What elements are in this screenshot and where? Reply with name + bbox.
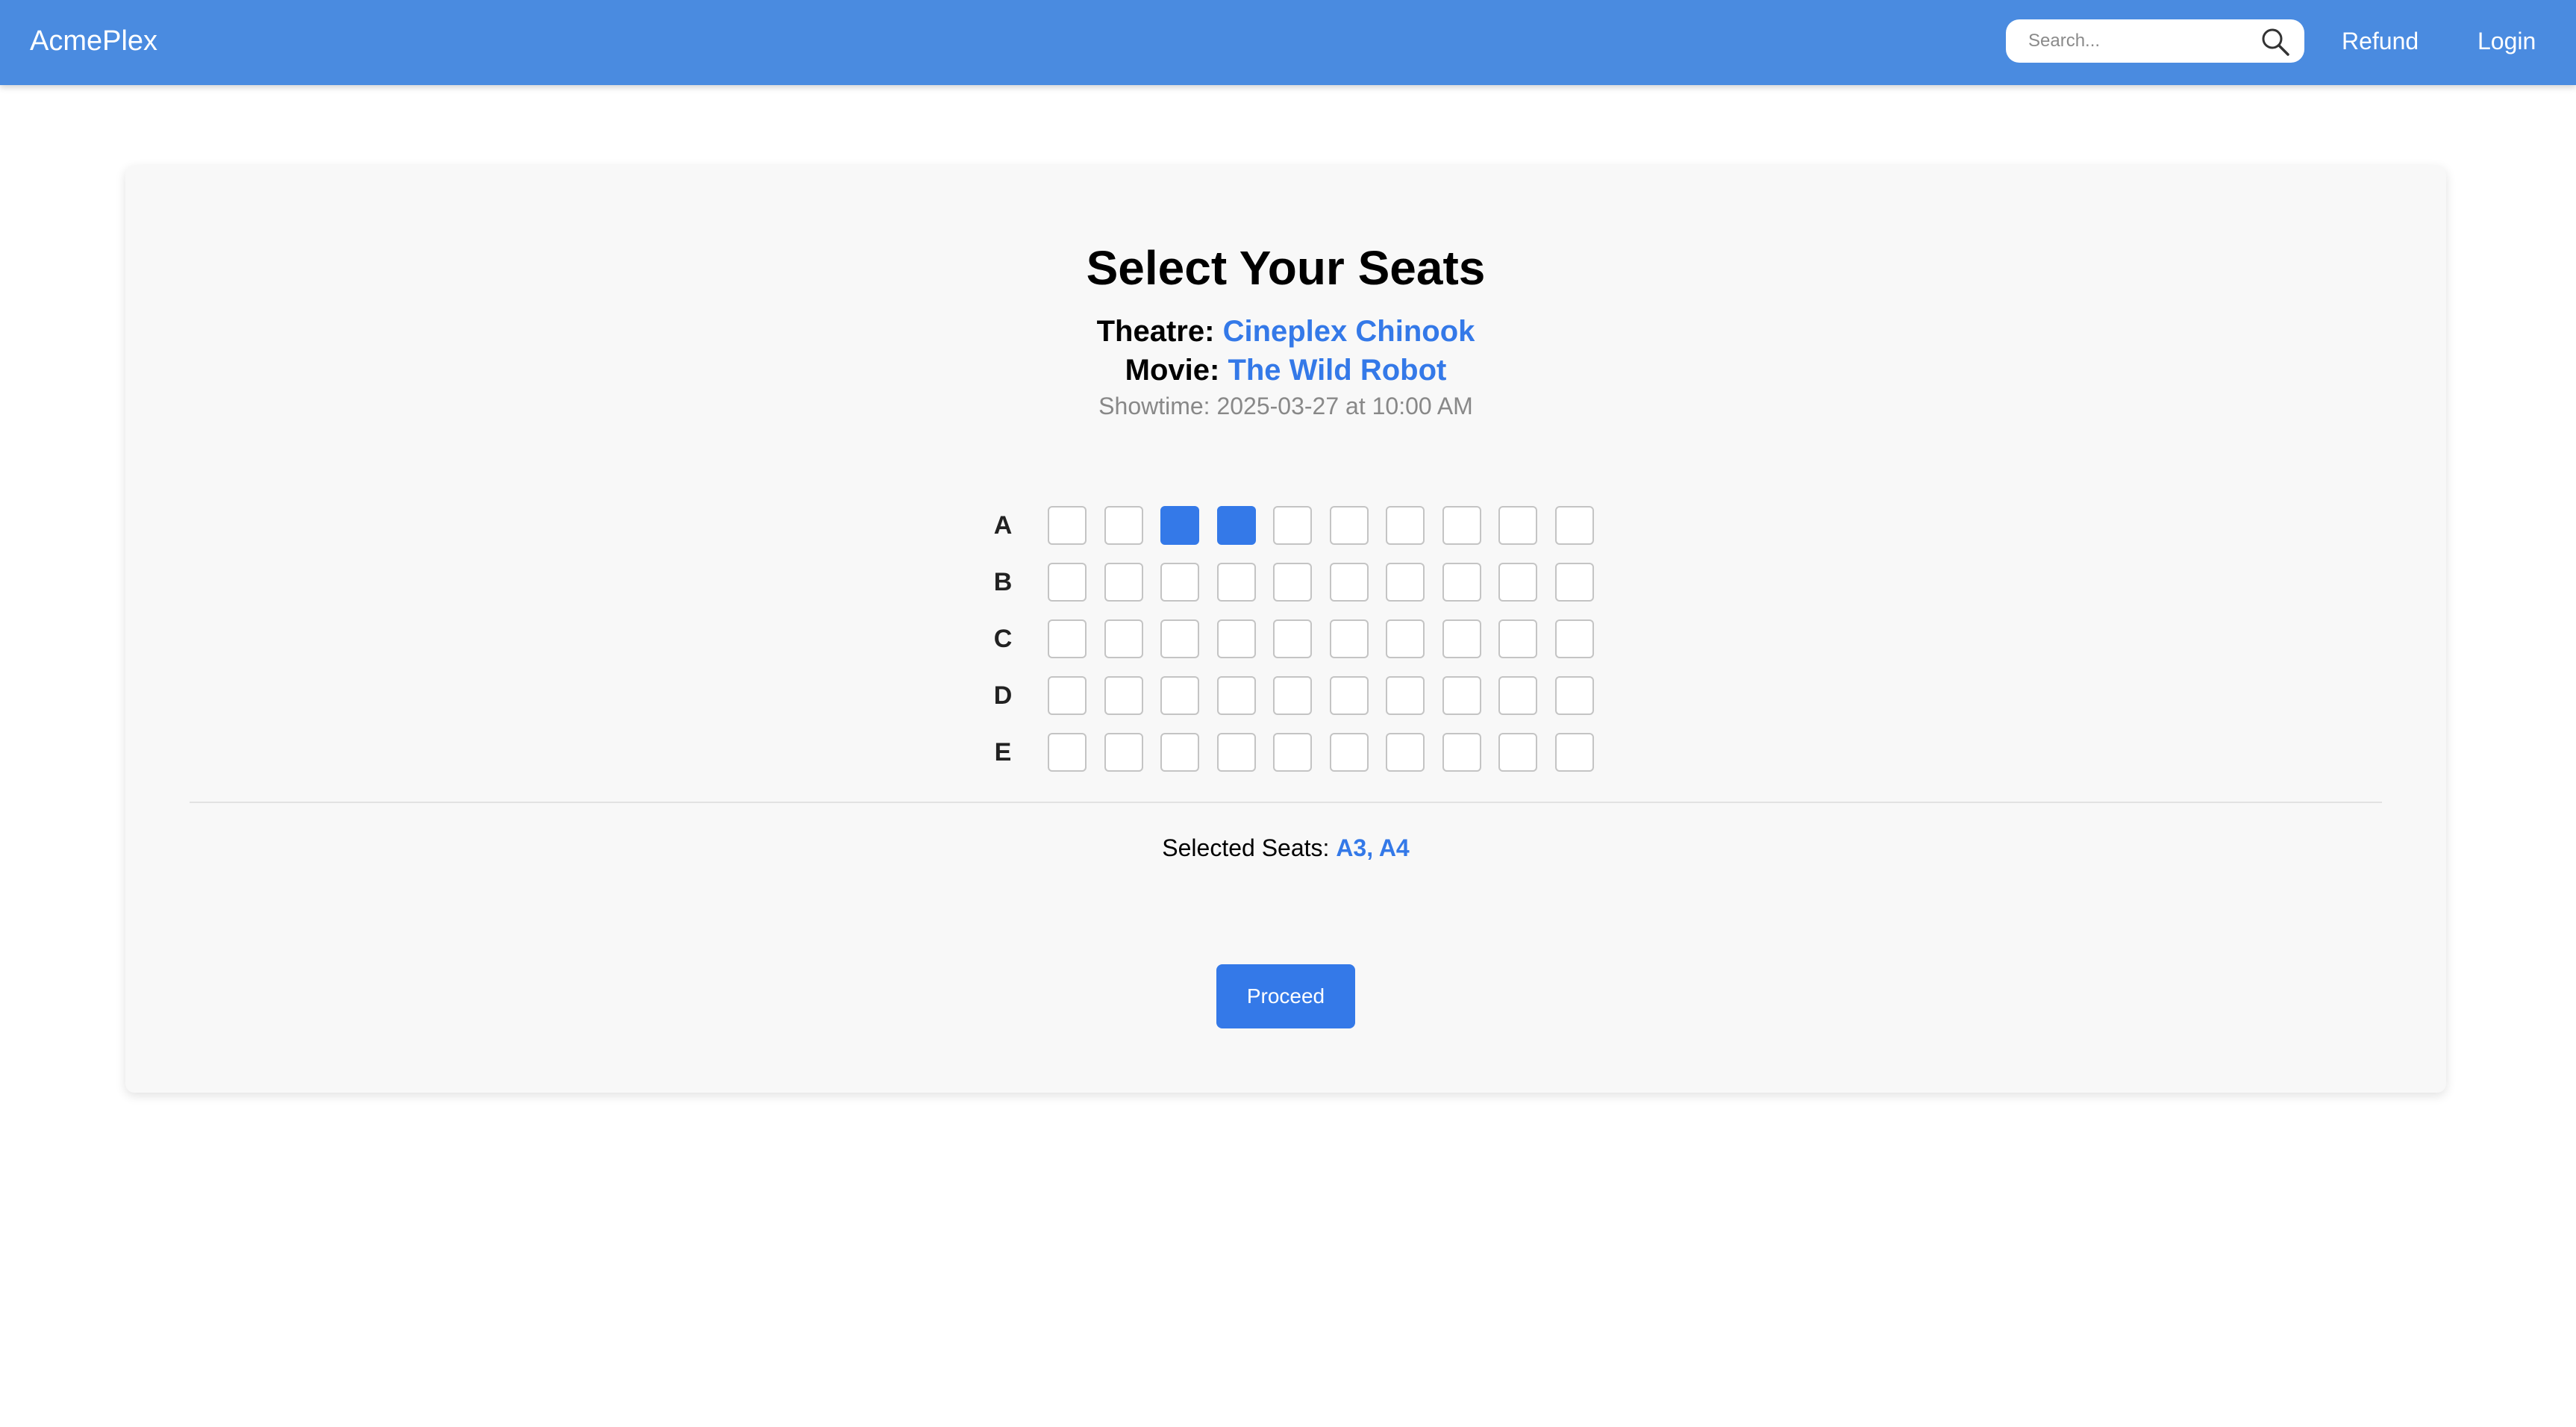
seat-e7[interactable] [1386,733,1425,772]
seat-d4[interactable] [1216,676,1256,715]
seat-b2[interactable] [1104,563,1143,602]
divider [190,802,2382,803]
brand-logo[interactable]: AcmePlex [30,0,157,82]
top-navbar: AcmePlex Refund Login [0,0,2576,85]
seat-e4[interactable] [1216,733,1256,772]
theatre-name: Cineplex Chinook [1222,315,1475,348]
movie-label: Movie: [1125,354,1220,387]
theatre-label: Theatre: [1096,315,1215,348]
seat-c9[interactable] [1498,619,1537,658]
seat-d3[interactable] [1160,676,1199,715]
seat-a3[interactable] [1160,506,1199,545]
seat-b3[interactable] [1160,563,1199,602]
seat-d8[interactable] [1442,676,1481,715]
seat-c10[interactable] [1554,619,1594,658]
row-label: A [993,511,1013,540]
seat-e9[interactable] [1498,733,1537,772]
seat-row-d: D [990,675,1594,716]
proceed-button[interactable]: Proceed [1216,964,1355,1028]
seat-a4[interactable] [1216,506,1256,545]
seat-a10[interactable] [1554,506,1594,545]
seat-d2[interactable] [1104,676,1143,715]
row-label: C [993,625,1013,653]
search-box [2006,19,2304,63]
row-label: E [994,738,1012,766]
seat-e6[interactable] [1329,733,1369,772]
seat-c3[interactable] [1160,619,1199,658]
seat-a2[interactable] [1104,506,1143,545]
seat-d7[interactable] [1386,676,1425,715]
seat-a7[interactable] [1386,506,1425,545]
seat-b1[interactable] [1048,563,1087,602]
search-icon[interactable] [2260,26,2291,57]
movie-info: Movie: The Wild Robot [125,354,2446,387]
seat-row-b: B [990,561,1594,603]
movie-title: The Wild Robot [1228,354,1447,387]
seat-e5[interactable] [1273,733,1312,772]
seat-c4[interactable] [1216,619,1256,658]
nav-login-link[interactable]: Login [2477,0,2536,82]
seat-d1[interactable] [1048,676,1087,715]
seat-c8[interactable] [1442,619,1481,658]
seat-b9[interactable] [1498,563,1537,602]
page-title: Select Your Seats [1086,241,1486,295]
selected-seats-summary: Selected Seats: A3, A4 [125,834,2446,862]
selected-seats-value: A3, A4 [1336,834,1410,861]
row-label: D [993,681,1013,710]
seat-e3[interactable] [1160,733,1199,772]
showtime-text: Showtime: 2025-03-27 at 10:00 AM [1098,393,1473,419]
seat-a6[interactable] [1329,506,1369,545]
seat-b5[interactable] [1273,563,1312,602]
seat-c7[interactable] [1386,619,1425,658]
seat-b7[interactable] [1386,563,1425,602]
seat-b4[interactable] [1216,563,1256,602]
seat-row-e: E [990,731,1594,773]
seat-row-a: A [990,505,1594,546]
seat-d5[interactable] [1273,676,1312,715]
search-input[interactable] [2028,19,2245,63]
seat-a5[interactable] [1273,506,1312,545]
seat-d6[interactable] [1329,676,1369,715]
seat-c5[interactable] [1273,619,1312,658]
seat-e2[interactable] [1104,733,1143,772]
seat-selection-card: Select Your Seats Theatre: Cineplex Chin… [125,166,2446,1093]
selected-seats-label: Selected Seats: [1162,834,1330,861]
seat-c2[interactable] [1104,619,1143,658]
seat-d10[interactable] [1554,676,1594,715]
seat-b10[interactable] [1554,563,1594,602]
seat-b6[interactable] [1329,563,1369,602]
seat-a9[interactable] [1498,506,1537,545]
seat-a1[interactable] [1048,506,1087,545]
seat-a8[interactable] [1442,506,1481,545]
seat-e8[interactable] [1442,733,1481,772]
nav-refund-link[interactable]: Refund [2342,0,2419,82]
row-label: B [993,568,1013,596]
seat-c1[interactable] [1048,619,1087,658]
theatre-info: Theatre: Cineplex Chinook [125,315,2446,349]
seat-d9[interactable] [1498,676,1537,715]
seat-e10[interactable] [1554,733,1594,772]
seat-c6[interactable] [1329,619,1369,658]
seat-e1[interactable] [1048,733,1087,772]
seat-b8[interactable] [1442,563,1481,602]
seat-row-c: C [990,618,1594,660]
